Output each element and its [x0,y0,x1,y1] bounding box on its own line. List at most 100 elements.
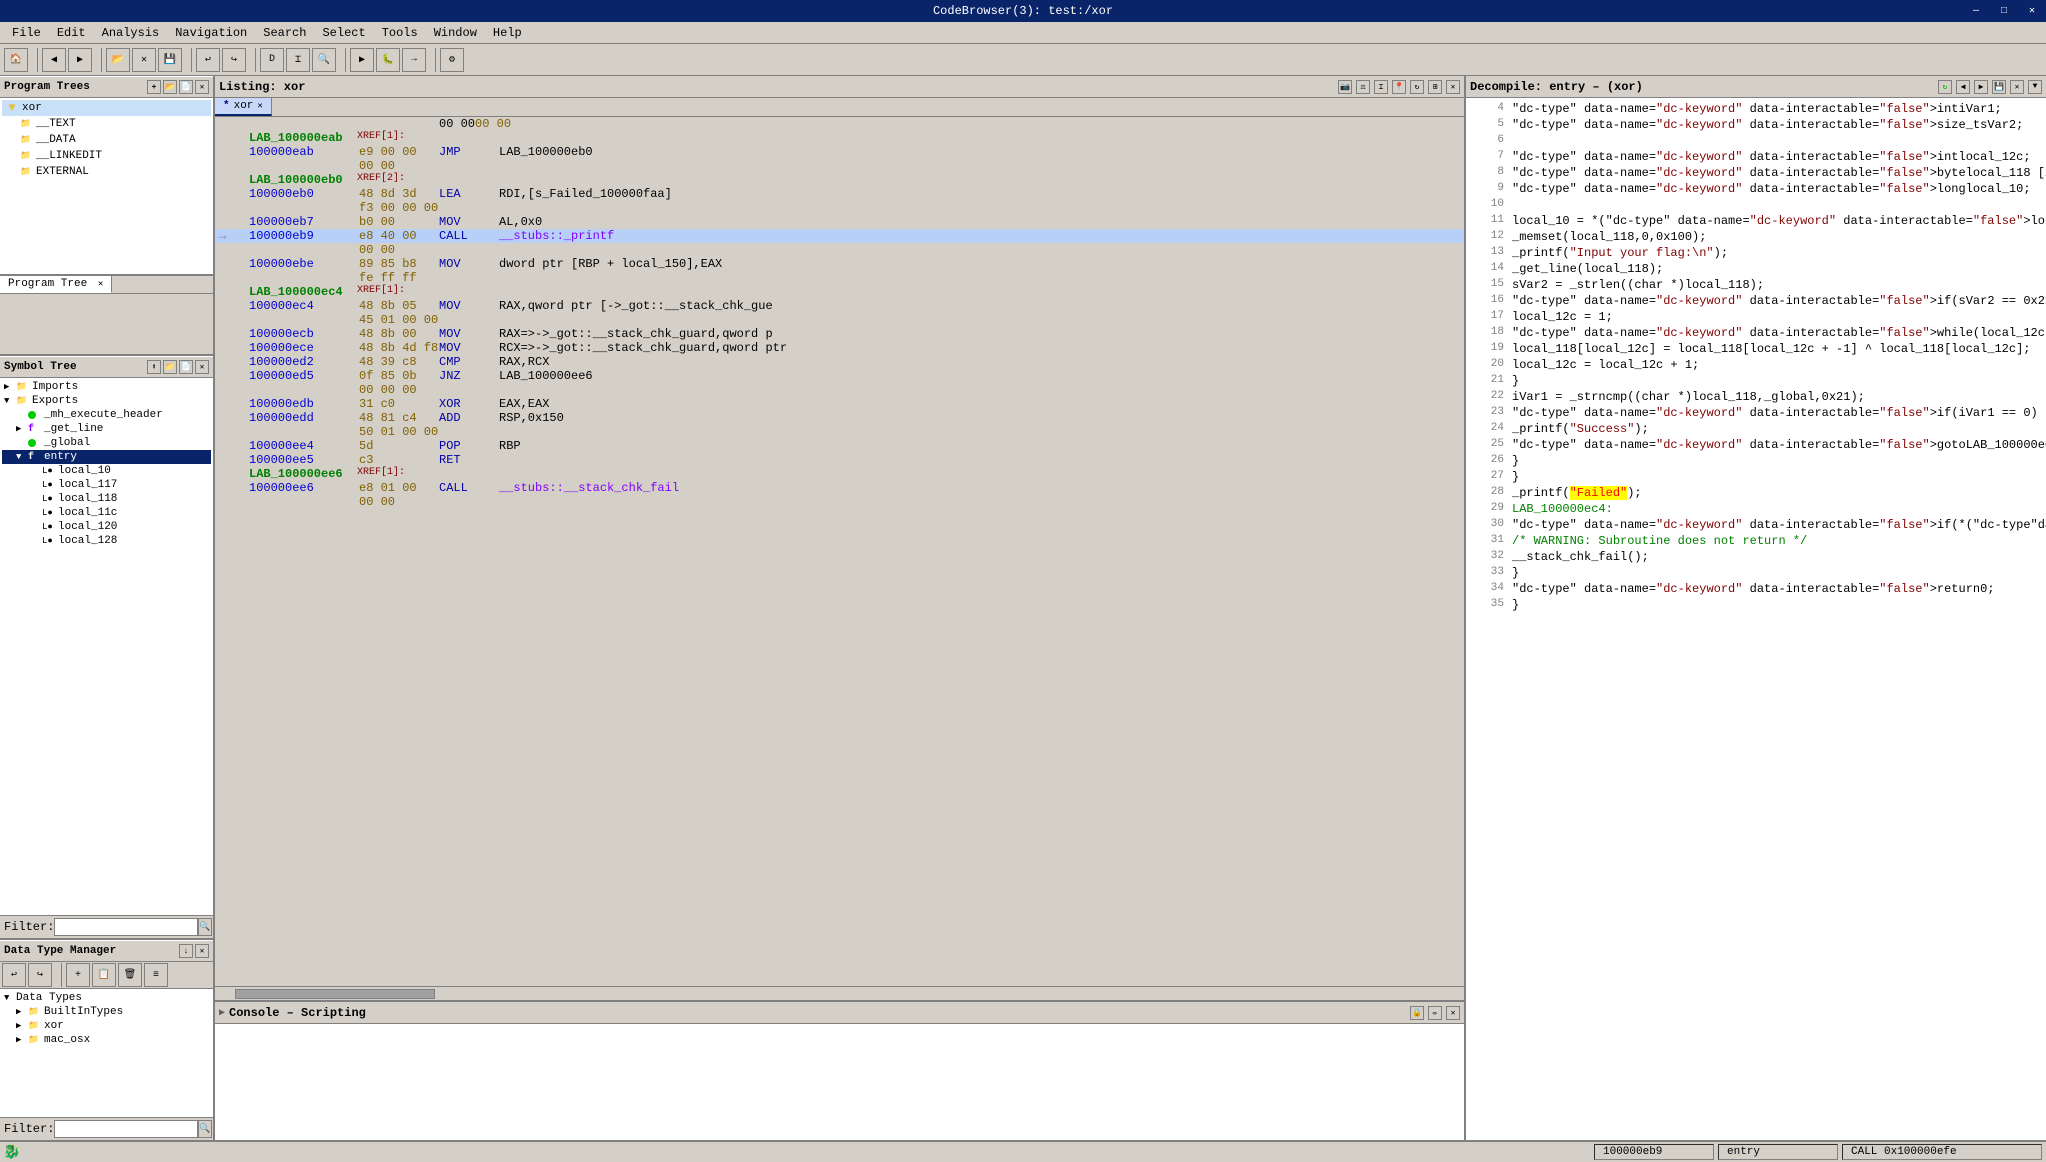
tree-item-external[interactable]: 📁 EXTERNAL [2,164,211,180]
sym-exports[interactable]: ▼ 📁 Exports [2,394,211,408]
decomp-line[interactable]: 28 _printf("Failed"); [1474,486,2038,502]
maximize-button[interactable]: □ [1990,0,2018,22]
decomp-line[interactable]: 6 [1474,134,2038,150]
decomp-line[interactable]: 18 "dc-type" data-name="dc-keyword" data… [1474,326,2038,342]
tb-disasm[interactable]: D [260,48,284,72]
listing-line[interactable]: 100000eb7b0 00MOVAL,0x0 [215,215,1464,229]
sym-local128[interactable]: L● local_128 [2,534,211,548]
listing-horiz-scrollbar[interactable] [215,986,1464,1000]
minimize-button[interactable]: — [1962,0,1990,22]
listing-line[interactable]: LAB_100000ee6 XREF[1]: [215,467,1464,481]
dtype-macosx[interactable]: ▶ 📁 mac_osx [2,1033,211,1047]
menu-select[interactable]: Select [314,24,373,42]
dt-tb-3[interactable]: + [66,963,90,987]
listing-line[interactable]: 00 0000 00 [215,117,1464,131]
listing-line[interactable]: 100000edb31 c0XOREAX,EAX [215,397,1464,411]
dt-tb-1[interactable]: ↩ [2,963,26,987]
tb-settings[interactable]: ⚙ [440,48,464,72]
tb-search[interactable]: 🔍 [312,48,336,72]
listing-line[interactable]: 100000ed50f 85 0bJNZLAB_100000ee6 [215,369,1464,383]
tb-step[interactable]: → [402,48,426,72]
decomp-line[interactable]: 8"dc-type" data-name="dc-keyword" data-i… [1474,166,2038,182]
sym-imports[interactable]: ▶ 📁 Imports [2,380,211,394]
listing-line[interactable]: 100000eabe9 00 00JMPLAB_100000eb0 [215,145,1464,159]
listing-line[interactable]: fe ff ff [215,271,1464,285]
dt-icon-1[interactable]: ↓ [179,944,193,958]
listing-refresh[interactable]: ↻ [1410,80,1424,94]
dtype-filter-btn[interactable]: 🔍 [198,1120,211,1138]
listing-compare[interactable]: ⚖ [1356,80,1370,94]
tb-cursor[interactable]: ⌶ [286,48,310,72]
decomp-line[interactable]: 13_printf("Input your flag:\n"); [1474,246,2038,262]
listing-line[interactable]: 100000ec448 8b 05MOVRAX,qword ptr [->_go… [215,299,1464,313]
dt-tb-2[interactable]: ↪ [28,963,52,987]
sym-mh-execute[interactable]: _mh_execute_header [2,408,211,422]
listing-line[interactable]: LAB_100000eb0 XREF[2]: [215,173,1464,187]
listing-line[interactable]: 100000ed248 39 c8CMPRAX,RCX [215,355,1464,369]
tb-close[interactable]: ✕ [132,48,156,72]
menu-navigation[interactable]: Navigation [167,24,255,42]
listing-line[interactable]: 100000ee6e8 01 00CALL__stubs::__stack_ch… [215,481,1464,495]
tree-item-text[interactable]: 📁 __TEXT [2,116,211,132]
menu-analysis[interactable]: Analysis [94,24,168,42]
listing-line[interactable]: 100000ece48 8b 4d f8MOVRCX=>->_got::__st… [215,341,1464,355]
tree-item-linkedit[interactable]: 📁 __LINKEDIT [2,148,211,164]
pt-icon-close[interactable]: ✕ [195,80,209,94]
st-icon-close[interactable]: ✕ [195,360,209,374]
decomp-line[interactable]: 14_get_line(local_118); [1474,262,2038,278]
tb-debug[interactable]: 🐛 [376,48,400,72]
decomp-line[interactable]: 22 iVar1 = _strncmp((char *)local_118,_g… [1474,390,2038,406]
dt-icon-close[interactable]: ✕ [195,944,209,958]
menu-window[interactable]: Window [426,24,485,42]
listing-line[interactable]: 00 00 [215,495,1464,509]
sym-local11c[interactable]: L● local_11c [2,506,211,520]
tb-redo[interactable]: ↪ [222,48,246,72]
sym-local118[interactable]: L● local_118 [2,492,211,506]
listing-track[interactable]: 📍 [1392,80,1406,94]
console-close[interactable]: ✕ [1446,1006,1460,1020]
decomp-line[interactable]: 32 __stack_chk_fail(); [1474,550,2038,566]
symbol-filter-input[interactable] [54,918,198,936]
decomp-line[interactable]: 29LAB_100000ec4: [1474,502,2038,518]
symbol-filter-btn[interactable]: 🔍 [198,918,211,936]
decomp-line[interactable]: 19 local_118[local_12c] = local_118[loca… [1474,342,2038,358]
decomp-line[interactable]: 17 local_12c = 1; [1474,310,2038,326]
st-icon-3[interactable]: 📄 [179,360,193,374]
decomp-line[interactable]: 25 "dc-type" data-name="dc-keyword" data… [1474,438,2038,454]
decomp-line[interactable]: 15sVar2 = _strlen((char *)local_118); [1474,278,2038,294]
listing-close[interactable]: ✕ [1446,80,1460,94]
tb-home[interactable]: 🏠 [4,48,28,72]
sym-local120[interactable]: L● local_120 [2,520,211,534]
listing-line[interactable]: 00 00 00 [215,383,1464,397]
dtype-builtin[interactable]: ▶ 📁 BuiltInTypes [2,1005,211,1019]
menu-help[interactable]: Help [485,24,530,42]
listing-line[interactable]: LAB_100000ec4 XREF[1]: [215,285,1464,299]
listing-tab-close[interactable]: ✕ [257,101,262,111]
tb-forward[interactable]: ▶ [68,48,92,72]
decomp-line[interactable]: 34"dc-type" data-name="dc-keyword" data-… [1474,582,2038,598]
decomp-line[interactable]: 33} [1474,566,2038,582]
tab-program-tree[interactable]: Program Tree ✕ [0,276,112,293]
dt-tb-4[interactable]: 📋 [92,963,116,987]
listing-tab-xor[interactable]: * xor ✕ [215,98,272,116]
dt-tb-5[interactable]: 🗑 [118,963,142,987]
decomp-line[interactable]: 7"dc-type" data-name="dc-keyword" data-i… [1474,150,2038,166]
decomp-refresh[interactable]: ↻ [1938,80,1952,94]
sym-local117[interactable]: L● local_117 [2,478,211,492]
tree-item-xor[interactable]: ▼ xor [2,100,211,116]
tb-run[interactable]: ▶ [350,48,374,72]
decomp-line[interactable]: 11local_10 = *("dc-type" data-name="dc-k… [1474,214,2038,230]
decomp-line[interactable]: 30"dc-type" data-name="dc-keyword" data-… [1474,518,2038,534]
decomp-line[interactable]: 31 /* WARNING: Subroutine does not retur… [1474,534,2038,550]
decomp-line[interactable]: 27} [1474,470,2038,486]
decomp-line[interactable]: 35} [1474,598,2038,614]
menu-edit[interactable]: Edit [49,24,94,42]
tb-undo[interactable]: ↩ [196,48,220,72]
console-edit[interactable]: ✏ [1428,1006,1442,1020]
listing-line[interactable]: 45 01 00 00 [215,313,1464,327]
console-content[interactable] [215,1024,1464,1140]
dtype-datatypes[interactable]: ▼ Data Types [2,991,211,1005]
decomp-line[interactable]: 10 [1474,198,2038,214]
listing-line[interactable]: 00 00 [215,159,1464,173]
listing-line[interactable]: LAB_100000eab XREF[1]: [215,131,1464,145]
